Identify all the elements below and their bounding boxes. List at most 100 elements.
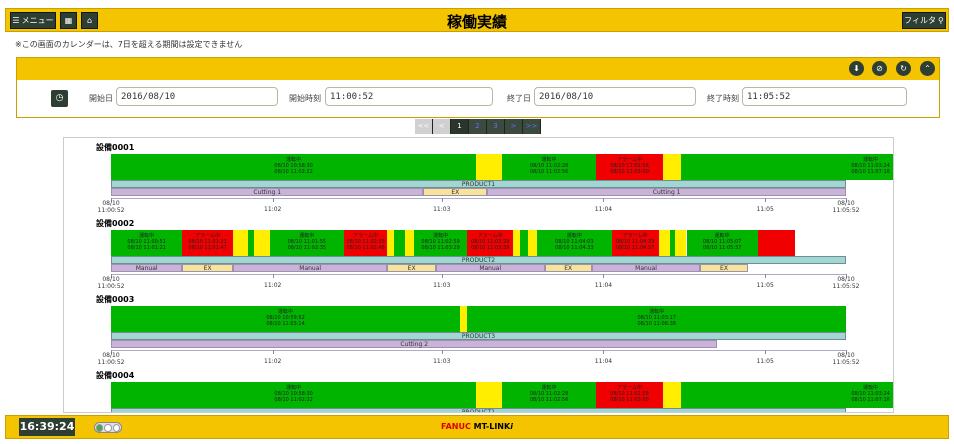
operation-bar: Cutting 1 xyxy=(487,188,846,196)
status-segment-idle[interactable] xyxy=(476,154,502,180)
status-segment-run[interactable]: 運転中 08/10 11:04:03 08/10 11:04:33 xyxy=(537,230,612,256)
clock-icon: ◷ xyxy=(55,93,64,103)
timeline-chart: 設備0001 運転中 08/10 10:58:30 08/10 11:02:22 運転中… xyxy=(63,137,894,413)
status-segment-alarm[interactable]: アラーム中 08/10 11:02:56 08/10 11:03:00 xyxy=(596,382,663,408)
status-segment-idle[interactable] xyxy=(528,230,538,256)
page-button-3[interactable]: 2 xyxy=(469,119,487,134)
operation-bar: EX xyxy=(423,188,488,196)
machine-name: 設備0003 xyxy=(96,295,135,304)
start-date-label: 開始日 xyxy=(89,94,113,103)
operation-bar: Manual xyxy=(591,264,701,272)
end-time-input[interactable]: 11:05:52 xyxy=(742,87,907,106)
product-bar: PRODUCT3 xyxy=(111,332,846,340)
axis-tick-label: 08/10 11:00:52 xyxy=(97,352,125,366)
filter-button[interactable]: フィルタ ⚲ xyxy=(902,12,946,29)
status-segment-run[interactable]: 運転中 08/10 11:03:24 08/10 11:07:16 xyxy=(681,154,893,180)
status-segment-run[interactable]: 運転中 08/10 11:03:17 08/10 11:06:38 xyxy=(467,306,846,332)
axis-tick xyxy=(765,198,767,202)
status-segment-alarm[interactable]: アラーム中 08/10 11:03:29 08/10 11:03:39 xyxy=(467,230,514,256)
axis-tick-label: 11:03 xyxy=(433,206,451,213)
page-button-4[interactable]: 3 xyxy=(487,119,505,134)
status-segment-run[interactable] xyxy=(519,230,529,256)
end-date-input[interactable]: 2016/08/10 xyxy=(534,87,696,106)
axis-tick xyxy=(272,274,274,278)
axis-tick-label: 11:04 xyxy=(594,358,613,365)
page-button-0[interactable]: << xyxy=(415,119,433,134)
status-segment-run[interactable]: 運転中 08/10 11:02:59 08/10 11:03:29 xyxy=(413,230,468,256)
brand-i: i xyxy=(510,422,513,431)
end-time-label: 終了時刻 xyxy=(707,94,739,103)
start-time-input[interactable]: 11:00:52 xyxy=(325,87,493,106)
axis-tick-label: 11:02 xyxy=(264,282,282,289)
axis-tick xyxy=(272,198,274,202)
status-segment-alarm[interactable] xyxy=(757,230,795,256)
filter-label: フィルタ xyxy=(904,16,936,25)
operation-bar: EX xyxy=(387,264,436,272)
page-button-5[interactable]: > xyxy=(505,119,523,134)
status-segment-run[interactable]: 運転中 08/10 11:03:24 08/10 11:07:16 xyxy=(681,382,893,408)
status-segment-idle[interactable] xyxy=(513,230,520,256)
status-segment-run[interactable]: 運転中 08/10 11:02:28 08/10 11:02:56 xyxy=(502,154,597,180)
axis-tick-label: 11:03 xyxy=(433,282,451,289)
status-bar: 運転中 08/10 10:59:52 08/10 11:03:14 運転中 08/10 … xyxy=(111,306,846,332)
page-title: 稼働実績 xyxy=(446,13,507,31)
status-segment-run[interactable]: 運転中 08/10 11:01:55 08/10 11:02:35 xyxy=(269,230,344,256)
status-segment-idle[interactable] xyxy=(662,154,682,180)
page-button-6[interactable]: >> xyxy=(523,119,541,134)
machine-name: 設備0004 xyxy=(96,371,135,380)
product-bar: PRODUCT1 xyxy=(111,408,846,412)
axis-tick xyxy=(603,350,605,354)
axis-tick-label: 11:03 xyxy=(433,358,451,365)
status-segment-idle[interactable] xyxy=(233,230,249,256)
download-icon: ⬇ xyxy=(853,64,860,73)
status-segment-idle[interactable] xyxy=(460,306,468,332)
status-segment-run[interactable]: 運転中 08/10 10:58:30 08/10 11:02:22 xyxy=(111,382,477,408)
status-segment-idle[interactable] xyxy=(254,230,270,256)
download-button[interactable]: ⬇ xyxy=(849,61,864,76)
calendar-note: ※この画面のカレンダーは、7日を超える期間は設定できません xyxy=(15,40,243,49)
refresh-button[interactable]: ↻ xyxy=(896,61,911,76)
clock-button[interactable]: ◷ xyxy=(51,90,68,107)
time-axis xyxy=(111,198,846,199)
collapse-button[interactable]: ⌃ xyxy=(920,61,935,76)
status-segment-run[interactable]: 運転中 08/10 10:59:52 08/10 11:03:14 xyxy=(111,306,461,332)
brand-mtlink: MT-LINK xyxy=(473,422,511,431)
status-bar: 運転中 08/10 11:00:51 08/10 11:01:21 アラーム中 08/1… xyxy=(111,230,846,256)
axis-tick xyxy=(603,274,605,278)
page-button-2[interactable]: 1 xyxy=(451,119,469,134)
status-segment-alarm[interactable]: アラーム中 08/10 11:04:33 08/10 11:04:57 xyxy=(611,230,659,256)
status-segment-alarm[interactable]: アラーム中 08/10 11:02:56 08/10 11:03:00 xyxy=(596,154,663,180)
refresh-icon: ↻ xyxy=(900,64,907,73)
operation-bar: Cutting 1 xyxy=(111,188,424,196)
machine-name: 設備0002 xyxy=(96,219,135,228)
app-footer: 16:39:24 FANUC MT-LINKi xyxy=(5,415,949,439)
start-time-label: 開始時刻 xyxy=(289,94,321,103)
axis-tick xyxy=(272,350,274,354)
status-segment-run[interactable] xyxy=(393,230,405,256)
axis-tick-label: 11:05 xyxy=(756,206,774,213)
axis-tick xyxy=(603,198,605,202)
status-segment-run[interactable]: 運転中 08/10 10:58:30 08/10 11:02:22 xyxy=(111,154,477,180)
operation-bar: Manual xyxy=(233,264,388,272)
status-segment-idle[interactable] xyxy=(476,382,502,408)
axis-tick xyxy=(765,274,767,278)
status-segment-idle[interactable] xyxy=(658,230,671,256)
status-segment-run[interactable]: 運転中 08/10 11:00:51 08/10 11:01:21 xyxy=(111,230,183,256)
status-segment-idle[interactable] xyxy=(405,230,414,256)
axis-tick-label: 08/10 11:00:52 xyxy=(97,276,125,290)
status-segment-run[interactable]: 運転中 08/10 11:05:07 08/10 11:05:37 xyxy=(686,230,758,256)
status-segment-idle[interactable] xyxy=(662,382,682,408)
axis-tick-label: 11:05 xyxy=(756,358,774,365)
end-date-label: 終了日 xyxy=(507,94,531,103)
status-segment-alarm[interactable]: アラーム中 08/10 11:02:35 08/10 11:02:46 xyxy=(343,230,388,256)
axis-tick-label: 11:04 xyxy=(594,282,613,289)
page-button-1[interactable]: < xyxy=(433,119,451,134)
status-segment-idle[interactable] xyxy=(387,230,394,256)
status-segment-idle[interactable] xyxy=(674,230,687,256)
axis-tick-label: 08/10 11:05:52 xyxy=(832,352,860,366)
product-bar: PRODUCT1 xyxy=(111,180,846,188)
status-segment-run[interactable]: 運転中 08/10 11:02:28 08/10 11:02:56 xyxy=(502,382,597,408)
stop-button[interactable]: ⊘ xyxy=(872,61,887,76)
status-segment-alarm[interactable]: アラーム中 08/10 11:01:21 08/10 11:01:47 xyxy=(182,230,233,256)
start-date-input[interactable]: 2016/08/10 xyxy=(116,87,278,106)
